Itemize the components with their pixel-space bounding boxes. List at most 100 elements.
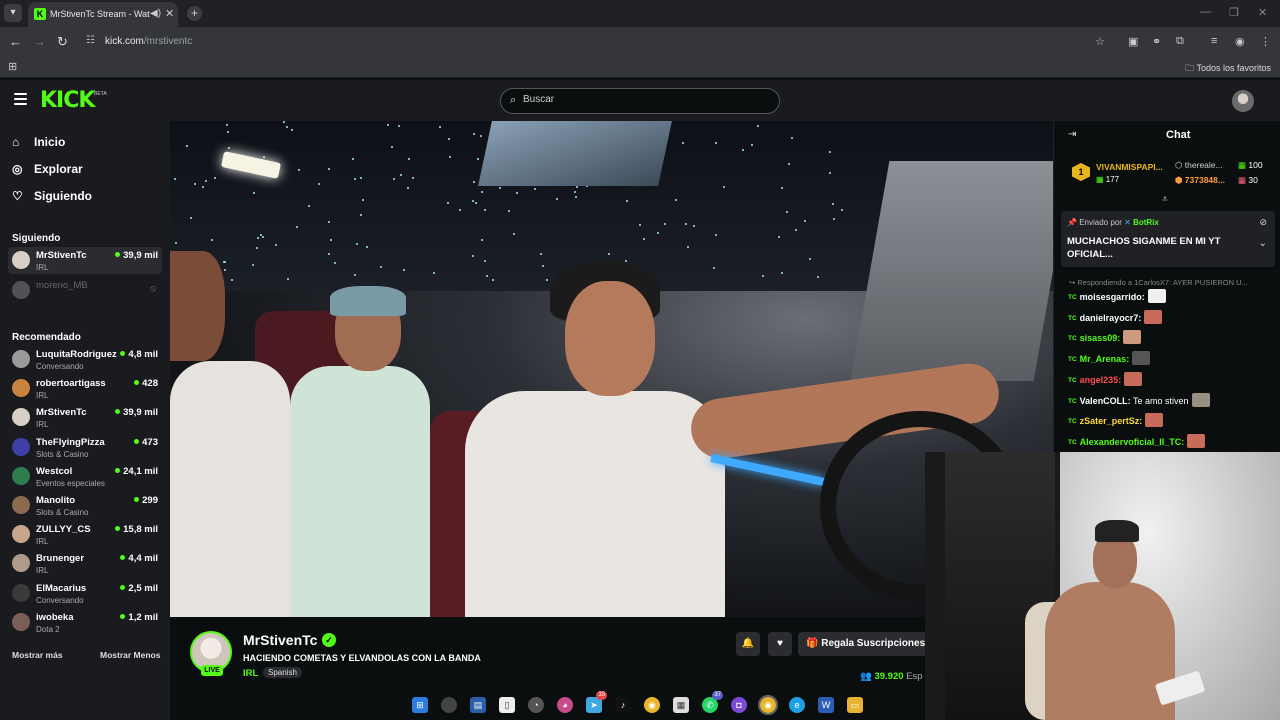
sidebar-channel-brunenger[interactable]: Brunenger IRL 4,4 mil <box>8 550 162 577</box>
reload-icon[interactable]: ↻ <box>57 34 68 50</box>
file-icon[interactable]: ▯ <box>499 697 515 713</box>
chat-username[interactable]: Alexandervoficial_II_TC: <box>1080 437 1185 447</box>
sidebar-channel-luquitarodriguez[interactable]: LuquitaRodriguez Conversando 4,8 mil <box>8 346 162 373</box>
nav-siguiendo[interactable]: ♡ Siguiendo <box>12 189 92 209</box>
channel-viewers: 39,9 mil <box>115 250 158 261</box>
chat-message[interactable]: TC Mr_Arenas: <box>1068 351 1273 370</box>
sidebar-channel-theflyingpizza[interactable]: TheFlyingPizza Slots & Casino 473 <box>8 434 162 461</box>
forward-icon[interactable]: → <box>33 34 46 49</box>
site-info-icon[interactable]: ☷ <box>86 35 95 46</box>
whatsapp-icon[interactable]: ✆ 37 <box>702 691 723 713</box>
star-light <box>841 209 843 211</box>
chat-message[interactable]: TC Alexandervoficial_II_TC: <box>1068 433 1273 453</box>
live-dot-icon <box>115 252 121 257</box>
speaker-icon[interactable]: ◀) <box>150 8 161 19</box>
gift-subscriptions-button[interactable]: 🎁 Regala Suscripciones <box>798 632 925 656</box>
show-less-button[interactable]: Mostrar Menos <box>100 650 160 660</box>
language-tag[interactable]: Spanish <box>263 667 302 678</box>
bell-icon: 🔔 <box>741 638 755 649</box>
chat-username[interactable]: angel235: <box>1080 375 1122 385</box>
file-explorer-icon[interactable]: ▭ <box>847 697 863 713</box>
back-icon[interactable]: ← <box>9 34 22 49</box>
chat-username[interactable]: ValenCOLL: <box>1080 396 1131 406</box>
browser-tab[interactable]: K MrStivenTc Stream - Watch ◀) ✕ <box>28 2 178 27</box>
viewer-count: 👥 39.920 Esp <box>860 671 923 682</box>
kick-logo[interactable]: KICK <box>40 88 95 113</box>
follow-heart-button[interactable]: ♥ <box>768 632 792 656</box>
sidebar-channel-robertoartigass[interactable]: robertoartigass IRL 428 <box>8 375 162 402</box>
link-icon[interactable]: ⚭ <box>1152 35 1161 48</box>
close-window-button[interactable]: ✕ <box>1258 6 1267 19</box>
extensions-puzzle-icon[interactable]: ⧉ <box>1176 35 1184 48</box>
expand-leaderboard-icon[interactable]: ⩡ <box>1162 194 1168 205</box>
stream-category[interactable]: IRL <box>243 668 258 679</box>
chrome-icon[interactable]: ◉ <box>644 697 660 713</box>
live-dot-icon <box>134 497 140 502</box>
chat-username[interactable]: sisass09: <box>1080 333 1121 343</box>
chat-message[interactable]: TC ValenCOLL: Te amo stiven <box>1068 392 1273 412</box>
sidebar-channel-mrstiventc[interactable]: MrStivenTc IRL 39,9 mil <box>8 404 162 431</box>
chat-message[interactable]: TC angel235: <box>1068 371 1273 391</box>
notes-icon[interactable]: ▦ <box>673 697 689 713</box>
chat-username[interactable]: danielrayocr7: <box>1080 313 1142 323</box>
notification-bell-button[interactable]: 🔔 <box>736 632 760 656</box>
video-player[interactable] <box>170 121 1053 617</box>
chrome-active-icon[interactable]: ◉ <box>758 695 778 715</box>
sidebar-channel-mrstiventc[interactable]: MrStivenTc IRL 39,9 mil <box>8 247 162 274</box>
extension-icon[interactable]: ▣ <box>1128 35 1138 48</box>
menu-hamburger-icon[interactable] <box>14 93 27 105</box>
sidebar-channel-elmacarius[interactable]: ElMacarius Conversando 2,5 mil <box>8 580 162 607</box>
telegram-icon[interactable]: ➤ 33 <box>586 691 607 713</box>
windows-start-icon[interactable]: ⊞ <box>412 697 428 713</box>
address-bar[interactable]: ☷ kick.com/mrstiventc <box>80 31 1120 52</box>
sidebar-channel-westcol[interactable]: Westcol Eventos especiales 24,1 mil <box>8 463 162 490</box>
chevron-down-icon[interactable]: ⌄ <box>1259 238 1267 249</box>
star-light <box>447 202 449 204</box>
maximize-button[interactable]: ❐ <box>1229 6 1239 19</box>
search-bar[interactable]: ⌕ <box>500 88 780 114</box>
chat-username[interactable]: Mr_Arenas: <box>1080 354 1130 364</box>
all-favorites-button[interactable]: 🗀 Todos los favoritos <box>1185 61 1271 77</box>
user-avatar[interactable] <box>1232 90 1254 112</box>
store-icon[interactable]: ▤ <box>470 697 486 713</box>
streamer-name[interactable]: MrStivenTc <box>243 632 317 648</box>
tiktok-icon[interactable]: ♪ <box>615 697 631 713</box>
media-control-icon[interactable]: ≡ <box>1211 35 1217 47</box>
apps-grid-icon[interactable]: ⊞ <box>8 60 17 73</box>
sidebar-channel-moreno_mb[interactable]: moreno_MB ⦸ <box>8 277 162 304</box>
chat-message[interactable]: TC sisass09: <box>1068 330 1273 349</box>
chat-message[interactable]: TC zSater_pertSz: <box>1068 413 1273 432</box>
top-gifter-name[interactable]: VIVANMISPAPI... <box>1096 162 1172 172</box>
word-icon[interactable]: W <box>818 697 834 713</box>
video-passenger-head <box>170 251 225 361</box>
second-user-name[interactable]: ⬡ thereale... <box>1175 160 1235 171</box>
nav-inicio[interactable]: ⌂ Inicio <box>12 135 65 155</box>
chrome-profile-icon[interactable]: ◕ <box>557 697 573 713</box>
nav-explorar[interactable]: ◎ Explorar <box>12 162 83 182</box>
new-tab-button[interactable]: + <box>187 6 202 21</box>
unpin-icon[interactable]: ⊘ <box>1259 217 1267 228</box>
live-dot-icon <box>120 584 126 590</box>
video-passenger2-cap <box>330 286 406 316</box>
profile-icon[interactable]: ◉ <box>1235 35 1245 48</box>
media-app-icon[interactable]: ◘ <box>731 697 747 713</box>
app-icon[interactable]: ◔ <box>528 697 544 713</box>
collapse-chat-icon[interactable]: ⇥ <box>1068 129 1076 140</box>
bookmark-star-icon[interactable]: ☆ <box>1095 35 1105 48</box>
chat-username[interactable]: moisesgarrido: <box>1080 292 1145 302</box>
star-light <box>296 226 298 228</box>
sidebar-channel-manolito[interactable]: Manolito Slots & Casino 299 <box>8 492 162 519</box>
tab-search-button[interactable]: ▾ <box>4 4 22 22</box>
close-tab-icon[interactable]: ✕ <box>165 7 174 20</box>
minimize-button[interactable]: — <box>1200 6 1211 18</box>
chat-message[interactable]: TC danielrayocr7: <box>1068 309 1273 329</box>
search-input[interactable] <box>523 94 763 105</box>
sidebar-channel-iwobeka[interactable]: iwobeka Dota 2 1,2 mil <box>8 609 162 636</box>
chat-message[interactable]: TC moisesgarrido: <box>1068 289 1273 308</box>
taskview-icon[interactable] <box>441 697 457 713</box>
chat-username[interactable]: zSater_pertSz: <box>1080 416 1143 426</box>
sidebar-channel-zullyy_cs[interactable]: ZULLYY_CS IRL 15,8 mil <box>8 521 162 548</box>
show-more-button[interactable]: Mostrar más <box>12 650 63 660</box>
edge-icon[interactable]: e <box>789 697 805 713</box>
browser-menu-icon[interactable]: ⋮ <box>1260 35 1271 48</box>
